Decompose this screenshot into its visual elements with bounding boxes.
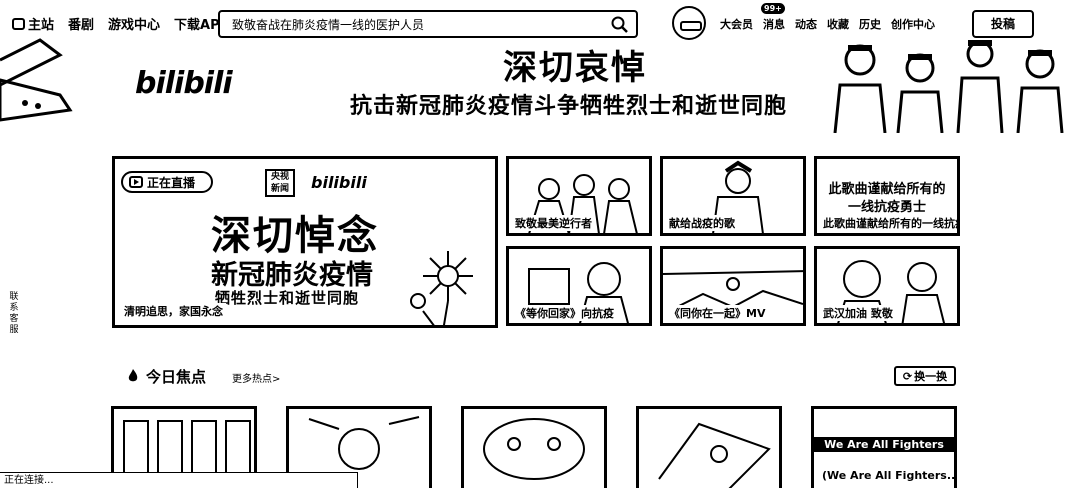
promo-card[interactable]: 《等你回家》向抗疫	[506, 246, 652, 326]
top-navigation: 主站 番剧 游戏中心 下载APP 大会员 99+ 消息 动态 收藏 历史 创作中心…	[0, 0, 1080, 44]
promo-card[interactable]: 献给战疫的歌	[660, 156, 806, 236]
search-icon[interactable]	[610, 15, 630, 35]
promo-logo: bilibili	[311, 173, 367, 192]
card-caption: 致敬最美逆行者	[513, 215, 594, 231]
promo-card[interactable]: 此歌曲谨献给所有的 一线抗疫勇士 此歌曲谨献给所有的一线抗疫勇士	[814, 156, 960, 236]
hot-section-header: 今日焦点 更多热点> ⟳ 换一换	[122, 366, 956, 388]
refresh-label: 换一换	[914, 370, 948, 383]
promo-carousel[interactable]: 正在直播 央视新闻 bilibili 深切悼念 新冠肺炎疫情 牺牲烈士和逝世同胞…	[112, 156, 498, 328]
nav-item-game-center[interactable]: 游戏中心	[108, 14, 160, 33]
nav-item-main[interactable]: 主站	[12, 14, 54, 33]
nav-item-dynamics[interactable]: 动态	[795, 16, 817, 32]
live-label: 正在直播	[147, 175, 196, 190]
nav-right: 大会员 99+ 消息 动态 收藏 历史 创作中心	[720, 3, 935, 32]
upload-button[interactable]: 投稿	[972, 10, 1034, 38]
promo-caption: 清明追思，家国永念	[121, 303, 226, 319]
promo-card[interactable]: 《同你在一起》MV	[660, 246, 806, 326]
card-caption: 《等你回家》向抗疫	[513, 305, 616, 321]
thumb-image	[658, 422, 771, 488]
tv-icon	[12, 17, 25, 30]
more-hot-link[interactable]: 更多热点>	[232, 370, 280, 385]
nav-label-main: 主站	[28, 18, 55, 33]
promo-tagline: 牺牲烈士和逝世同胞	[215, 289, 360, 307]
nav-item-history[interactable]: 历史	[859, 16, 881, 32]
nav-label-bangumi: 番剧	[68, 18, 95, 33]
thumb-image	[483, 418, 585, 480]
section-title: 今日焦点	[146, 368, 207, 386]
nav-label-game-center: 游戏中心	[108, 18, 161, 33]
hot-video-card[interactable]	[461, 406, 607, 488]
avatar[interactable]	[672, 6, 706, 40]
hot-video-card[interactable]: We Are All Fighters (We Are All Fighters…	[811, 406, 957, 488]
card-caption: 《同你在一起》MV	[667, 305, 768, 321]
live-play-icon	[129, 176, 143, 188]
card-caption: 此歌曲谨献给所有的一线抗疫勇士	[821, 215, 957, 231]
hot-video-card[interactable]	[636, 406, 782, 488]
cctv-news-stamp: 央视新闻	[265, 169, 295, 197]
nav-item-bangumi[interactable]: 番剧	[68, 14, 94, 33]
search-bar	[218, 10, 638, 38]
customer-service-tab[interactable]: 联系客服	[8, 292, 20, 336]
nav-item-creator-center[interactable]: 创作中心	[891, 16, 935, 32]
promo-card[interactable]: 武汉加油 致敬	[814, 246, 960, 326]
chrysanthemum-illustration	[410, 251, 473, 325]
nav-item-vip[interactable]: 大会员	[720, 16, 753, 32]
live-badge[interactable]: 正在直播	[121, 171, 213, 193]
flame-icon	[128, 369, 138, 382]
thumb-overlay-text: We Are All Fighters	[814, 437, 954, 452]
banner-title: 深切哀悼	[503, 48, 647, 88]
banner-subtitle: 抗击新冠肺炎疫情斗争牺牲烈士和逝世同胞	[350, 94, 788, 119]
card-overlay-text: 此歌曲谨献给所有的 一线抗疫勇士	[828, 182, 946, 215]
search-input[interactable]	[230, 15, 600, 35]
nav-left: 主站 番剧 游戏中心 下载APP	[12, 14, 229, 33]
promo-card[interactable]: 致敬最美逆行者	[506, 156, 652, 236]
nav-item-favorites[interactable]: 收藏	[827, 16, 849, 32]
refresh-button[interactable]: ⟳ 换一换	[894, 366, 956, 386]
card-caption: 武汉加油 致敬	[821, 305, 895, 321]
bilibili-logo[interactable]: bilibili	[135, 66, 233, 101]
nav-label-messages: 消息	[763, 18, 785, 31]
thumb-caption: (We Are All Fighters...	[820, 469, 954, 482]
browser-status-bar: 正在连接...	[0, 472, 358, 488]
refresh-icon: ⟳	[902, 369, 913, 383]
card-caption: 献给战疫的歌	[667, 215, 737, 231]
nav-item-messages[interactable]: 99+ 消息	[761, 3, 785, 32]
message-badge: 99+	[761, 3, 785, 14]
medical-workers-illustration	[833, 40, 1064, 133]
